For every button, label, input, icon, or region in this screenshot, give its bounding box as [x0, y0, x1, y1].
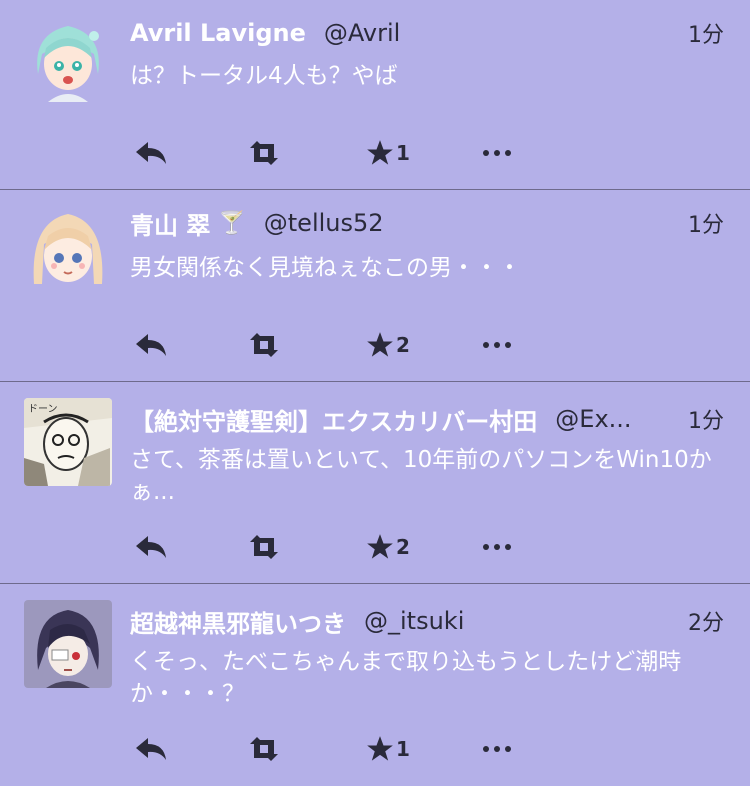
- display-name[interactable]: 超越神黒邪龍いつき: [130, 604, 346, 639]
- tweet-item[interactable]: 超越神黒邪龍いつき @_itsuki 2分 くそっ、たべこちゃんまで取り込もうと…: [0, 584, 750, 786]
- avatar[interactable]: [24, 14, 112, 102]
- tweet-text: 男女関係なく見境ねぇなこの男・・・: [130, 255, 521, 281]
- reply-button[interactable]: [134, 328, 168, 362]
- timestamp: 1分: [688, 213, 724, 238]
- reply-button[interactable]: [134, 136, 168, 170]
- tweet-actions: 1: [130, 136, 530, 170]
- reply-button[interactable]: [134, 530, 168, 564]
- star-icon: [367, 332, 393, 357]
- display-name[interactable]: 【絶対守護聖剣】エクスカリバー村田: [130, 402, 537, 437]
- more-button[interactable]: [482, 328, 512, 362]
- avatar[interactable]: [24, 600, 112, 688]
- more-button[interactable]: [482, 136, 512, 170]
- favorite-count: 1: [396, 737, 410, 761]
- favorite-count: 1: [396, 141, 410, 165]
- reply-icon: [136, 738, 166, 760]
- avatar-image: [24, 204, 112, 292]
- avatar[interactable]: ドーン: [24, 398, 112, 486]
- timestamp: 1分: [688, 409, 724, 434]
- user-handle[interactable]: @tellus52: [264, 209, 672, 237]
- display-name[interactable]: Avril Lavigne: [130, 19, 306, 47]
- retweet-icon: [250, 333, 278, 357]
- timestamp: 2分: [688, 611, 724, 636]
- star-icon: [367, 140, 393, 165]
- more-icon: [483, 544, 511, 550]
- retweet-button[interactable]: [248, 732, 280, 766]
- tweet-actions: 2: [130, 530, 530, 564]
- tweet-item[interactable]: ドーン 【絶対守護聖剣】エクスカリバー村田 @Ex... 1分 さて、茶番は置い…: [0, 382, 750, 584]
- tweet-actions: 2: [130, 328, 530, 362]
- tweet-actions: 1: [130, 732, 530, 766]
- tweet-text: くそっ、たべこちゃんまで取り込もうとしたけど潮時か・・・？: [130, 649, 682, 707]
- more-button[interactable]: [482, 732, 512, 766]
- avatar-image: [24, 600, 112, 688]
- reply-icon: [136, 334, 166, 356]
- reply-icon: [136, 142, 166, 164]
- favorite-count: 2: [396, 535, 410, 559]
- tweet-item[interactable]: 青山 翠 🍸 @tellus52 1分 男女関係なく見境ねぇなこの男・・・ 2: [0, 190, 750, 382]
- favorite-button[interactable]: 2: [366, 328, 410, 362]
- more-icon: [483, 746, 511, 752]
- user-handle[interactable]: @Avril: [324, 19, 672, 47]
- name-badge: 🍸: [218, 210, 246, 236]
- favorite-count: 2: [396, 333, 410, 357]
- more-button[interactable]: [482, 530, 512, 564]
- favorite-button[interactable]: 1: [366, 732, 410, 766]
- favorite-button[interactable]: 2: [366, 530, 410, 564]
- retweet-icon: [250, 141, 278, 165]
- reply-icon: [136, 536, 166, 558]
- avatar-image: ドーン: [24, 398, 112, 486]
- favorite-button[interactable]: 1: [366, 136, 410, 170]
- reply-button[interactable]: [134, 732, 168, 766]
- display-name[interactable]: 青山 翠: [130, 206, 210, 241]
- tweet-item[interactable]: Avril Lavigne @Avril 1分 は？トータル4人も？やば 1: [0, 0, 750, 190]
- star-icon: [367, 534, 393, 559]
- more-icon: [483, 150, 511, 156]
- timestamp: 1分: [688, 23, 724, 48]
- retweet-icon: [250, 737, 278, 761]
- user-handle[interactable]: @_itsuki: [364, 607, 672, 635]
- tweet-text: さて、茶番は置いといて、10年前のパソコンをWin10かぁ...: [130, 447, 712, 505]
- avatar-image: [24, 14, 112, 102]
- more-icon: [483, 342, 511, 348]
- user-handle[interactable]: @Ex...: [555, 405, 672, 433]
- retweet-button[interactable]: [248, 136, 280, 170]
- retweet-button[interactable]: [248, 328, 280, 362]
- svg-text:ドーン: ドーン: [28, 404, 58, 415]
- star-icon: [367, 736, 393, 761]
- avatar[interactable]: [24, 204, 112, 292]
- retweet-button[interactable]: [248, 530, 280, 564]
- tweet-text: は？トータル4人も？やば: [130, 63, 398, 89]
- retweet-icon: [250, 535, 278, 559]
